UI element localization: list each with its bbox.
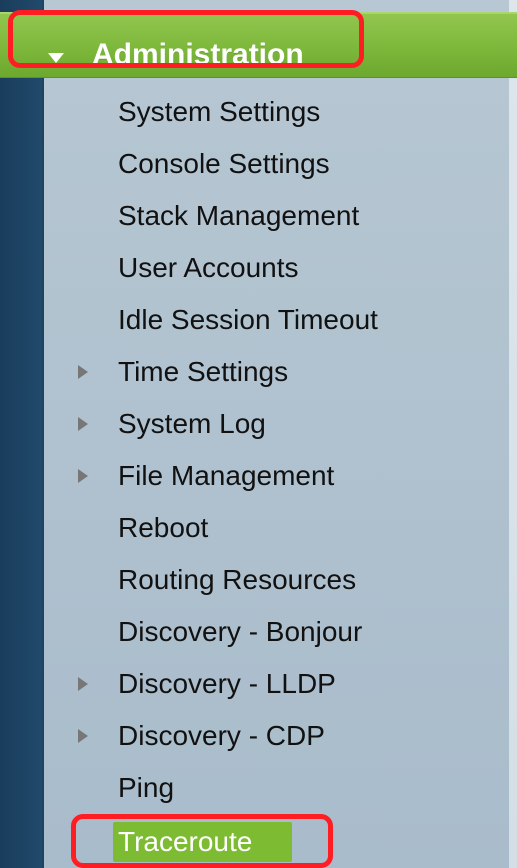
menu-item-routing-resources[interactable]: Routing Resources [118, 554, 356, 606]
caret-right-icon [78, 469, 88, 483]
caret-down-icon [48, 53, 64, 63]
caret-right-icon [78, 365, 88, 379]
menu-item-system-settings[interactable]: System Settings [118, 86, 320, 138]
menu-item-discovery-bonjour[interactable]: Discovery - Bonjour [118, 606, 362, 658]
left-vertical-bar [0, 0, 44, 868]
menu-item-discovery-cdp[interactable]: Discovery - CDP [118, 710, 325, 762]
menu-item-reboot[interactable]: Reboot [118, 502, 208, 554]
menu-item-console-settings[interactable]: Console Settings [118, 138, 330, 190]
menu-item-traceroute[interactable]: Traceroute [118, 816, 252, 868]
menu-item-idle-session-timeout[interactable]: Idle Session Timeout [118, 294, 378, 346]
menu-item-stack-management[interactable]: Stack Management [118, 190, 359, 242]
menu-item-time-settings[interactable]: Time Settings [118, 346, 288, 398]
menu-item-file-management[interactable]: File Management [118, 450, 334, 502]
right-edge-strip [509, 0, 517, 868]
menu-item-system-log[interactable]: System Log [118, 398, 266, 450]
caret-right-icon [78, 729, 88, 743]
caret-right-icon [78, 417, 88, 431]
administration-sidebar: Administration System Settings Console S… [0, 0, 517, 868]
menu-item-discovery-lldp[interactable]: Discovery - LLDP [118, 658, 336, 710]
caret-right-icon [78, 677, 88, 691]
administration-section-header[interactable]: Administration [0, 12, 517, 78]
administration-title: Administration [92, 38, 304, 71]
menu-item-ping[interactable]: Ping [118, 762, 174, 814]
menu-item-user-accounts[interactable]: User Accounts [118, 242, 299, 294]
